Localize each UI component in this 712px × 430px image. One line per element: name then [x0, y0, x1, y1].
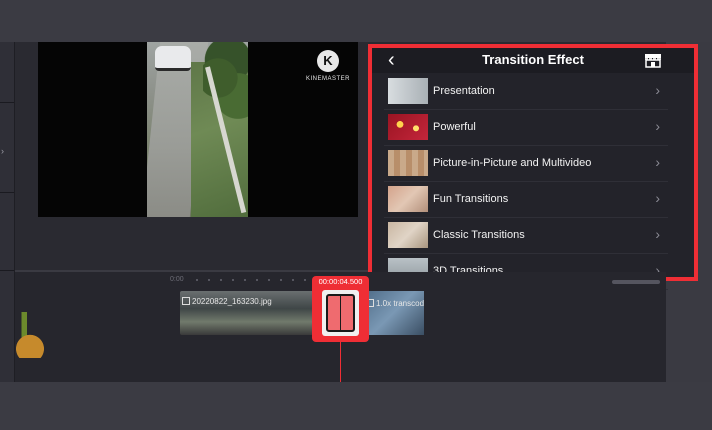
- video-preview[interactable]: K KINEMASTER: [38, 42, 358, 217]
- ruler-start-time: 0:00: [170, 276, 184, 283]
- watermark-text: KINEMASTER: [305, 76, 350, 82]
- chevron-right-icon: ›: [655, 226, 660, 242]
- category-thumbnail: [388, 222, 428, 248]
- rail-arrow-icon[interactable]: ›: [1, 146, 4, 156]
- car-image: [155, 46, 191, 71]
- category-powerful[interactable]: Powerful ›: [384, 111, 668, 146]
- transition-effect-panel: ‹ Transition Effect Presentation › Power…: [368, 44, 698, 290]
- store-button[interactable]: [644, 52, 662, 68]
- kinemaster-logo-icon: K: [317, 50, 339, 72]
- transition-category-list: Presentation › Powerful › Picture-in-Pic…: [384, 75, 668, 291]
- category-thumbnail: [388, 150, 428, 176]
- playhead-time: 00:00:04.500: [318, 277, 363, 286]
- category-label: Powerful: [433, 121, 476, 133]
- clip-speed-label: 1.0x transcod: [376, 299, 424, 308]
- transition-button[interactable]: [322, 290, 359, 336]
- category-label: Classic Transitions: [433, 229, 525, 241]
- chevron-right-icon: ›: [655, 154, 660, 170]
- left-toolbar: ›: [0, 42, 15, 382]
- category-fun-transitions[interactable]: Fun Transitions ›: [384, 183, 668, 218]
- chevron-right-icon: ›: [655, 118, 660, 134]
- category-thumbnail: [388, 78, 428, 104]
- category-label: Fun Transitions: [433, 193, 509, 205]
- preview-frame: [147, 42, 248, 217]
- kinemaster-editor: › K KINEMASTER ‹ Transition Effect Prese…: [0, 0, 712, 430]
- rail-divider: [0, 270, 14, 271]
- video-clip-1[interactable]: 20220822_163230.jpg: [180, 291, 318, 335]
- rail-divider: [0, 102, 14, 103]
- category-presentation[interactable]: Presentation ›: [384, 75, 668, 110]
- bottom-bar: [0, 382, 712, 430]
- category-label: Picture-in-Picture and Multivideo: [433, 157, 592, 169]
- playhead[interactable]: [340, 342, 341, 382]
- top-status-area: [0, 0, 712, 42]
- category-classic-transitions[interactable]: Classic Transitions ›: [384, 219, 668, 254]
- category-thumbnail: [388, 114, 428, 140]
- chevron-right-icon: ›: [655, 190, 660, 206]
- timeline-scrollbar[interactable]: [612, 280, 660, 284]
- category-picture-in-picture[interactable]: Picture-in-Picture and Multivideo ›: [384, 147, 668, 182]
- transition-icon: [326, 294, 355, 332]
- category-label: Presentation: [433, 85, 495, 97]
- chevron-right-icon: ›: [655, 82, 660, 98]
- transition-selector[interactable]: 00:00:04.500: [312, 276, 369, 342]
- video-clip-2[interactable]: 1.0x transcod: [362, 291, 424, 335]
- timeline-ruler: [196, 279, 306, 281]
- image-icon: [182, 297, 190, 305]
- category-thumbnail: [388, 186, 428, 212]
- store-icon: [645, 54, 661, 68]
- clip-filename: 20220822_163230.jpg: [192, 297, 272, 306]
- kinemaster-watermark: K KINEMASTER: [303, 50, 353, 82]
- decoration-layer-clip[interactable]: [16, 312, 44, 358]
- rail-divider: [0, 192, 14, 193]
- panel-header: ‹ Transition Effect: [372, 48, 694, 73]
